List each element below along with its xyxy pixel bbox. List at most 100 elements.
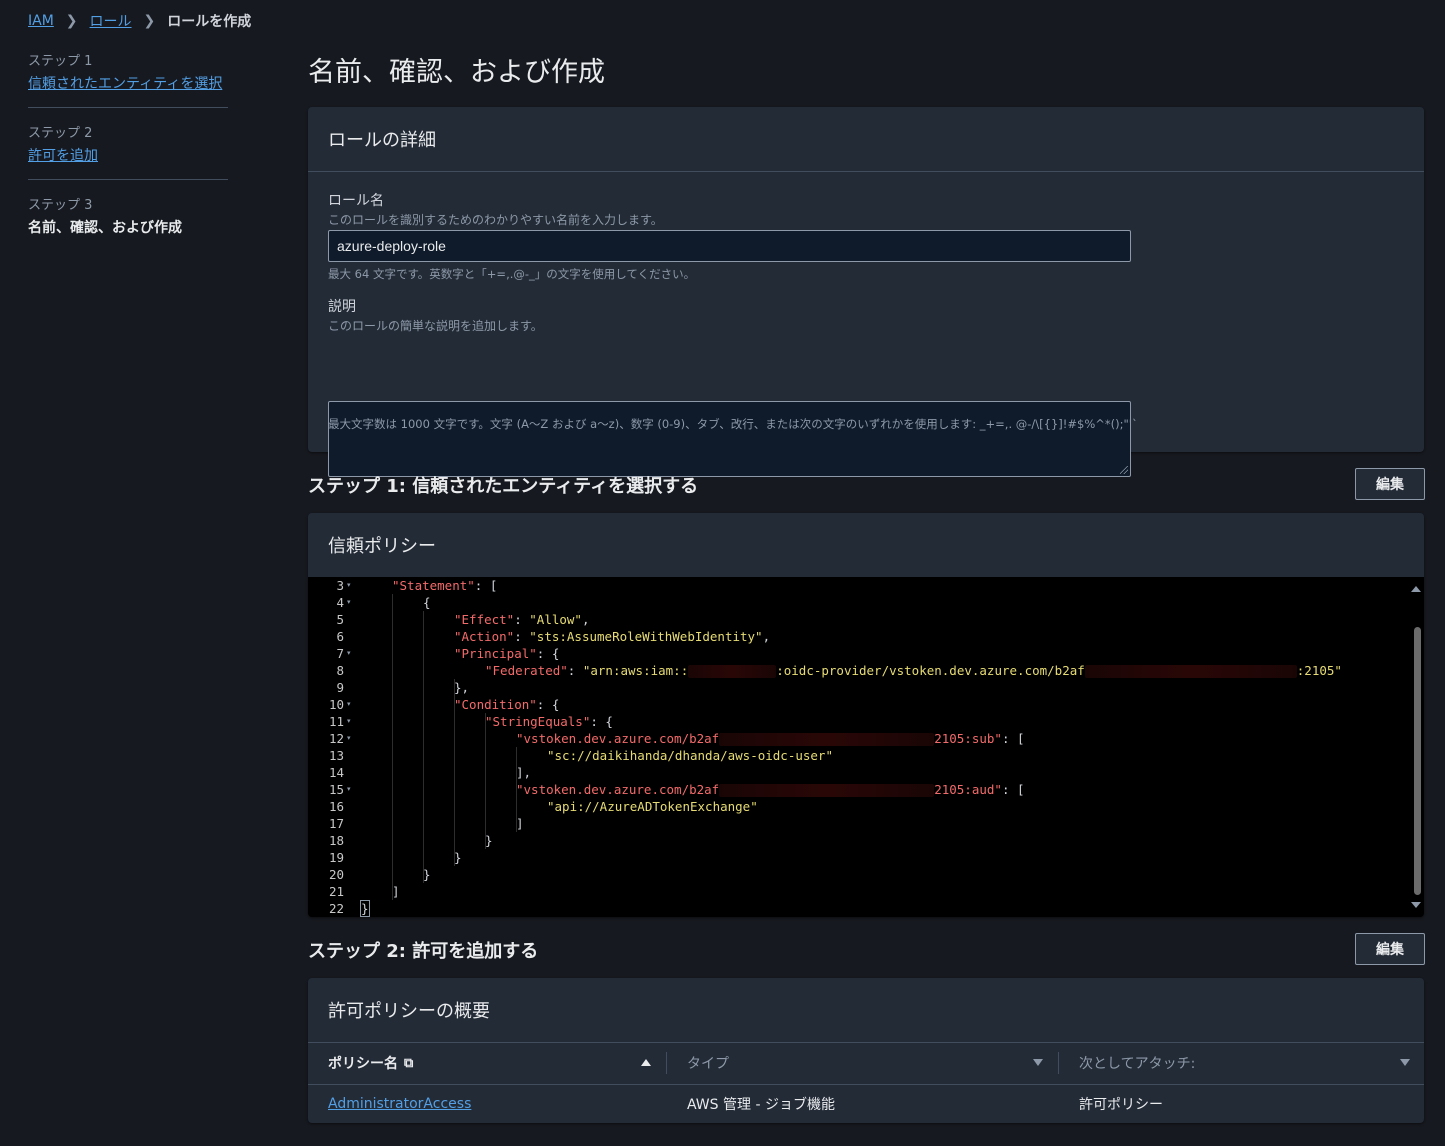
column-header-attached-as[interactable]: 次としてアタッチ: xyxy=(1059,1042,1424,1084)
line-number: 19 xyxy=(328,850,344,865)
edit-step2-button[interactable]: 編集 xyxy=(1355,933,1425,965)
line-number: 15 xyxy=(328,782,344,797)
fold-arrow-icon[interactable]: ▾ xyxy=(347,645,351,662)
line-number: 18 xyxy=(328,833,344,848)
edit-step1-button[interactable]: 編集 xyxy=(1355,468,1425,500)
sort-icon xyxy=(1400,1059,1410,1066)
resize-handle-icon[interactable] xyxy=(1120,466,1128,474)
redacted-block xyxy=(719,733,935,746)
description-label: 説明 xyxy=(328,299,356,315)
editor-scrollbar[interactable] xyxy=(1408,577,1424,917)
trust-policy-panel: 信頼ポリシー 3 4 5 6 7 8 9 10 11 12 13 14 15 1… xyxy=(308,513,1424,917)
line-number: 22 xyxy=(328,901,344,916)
table-row: AdministratorAccess AWS 管理 - ジョブ機能 許可ポリシ… xyxy=(308,1085,1424,1123)
role-details-panel: ロールの詳細 ロール名 このロールを識別するためのわかりやすい名前を入力します。… xyxy=(308,107,1424,477)
step-number: ステップ 1 xyxy=(28,54,93,69)
line-number: 20 xyxy=(328,867,344,882)
line-number: 12 xyxy=(328,731,344,746)
role-name-description: このロールを識別するためのわかりやすい名前を入力します。 xyxy=(328,213,663,227)
code-line: "sc://daikihanda/dhanda/aws-oidc-user" xyxy=(547,748,833,763)
line-number: 6 xyxy=(336,629,344,644)
policy-name-cell: AdministratorAccess xyxy=(308,1096,667,1112)
permissions-summary-panel: 許可ポリシーの概要 ポリシー名 ⧉ タイプ 次としてアタッチ: Administ… xyxy=(308,978,1424,1123)
fold-arrow-icon[interactable]: ▾ xyxy=(347,713,351,730)
line-number: 10 xyxy=(328,697,344,712)
breadcrumb-iam[interactable]: IAM xyxy=(28,13,54,29)
page-title: 名前、確認、および作成 xyxy=(308,57,605,88)
code-line: ], xyxy=(516,765,532,780)
line-number: 14 xyxy=(328,765,344,780)
fold-arrow-icon[interactable]: ▾ xyxy=(347,696,351,713)
indent-guide xyxy=(392,594,393,900)
breadcrumb-roles[interactable]: ロール xyxy=(90,11,132,31)
policy-link[interactable]: AdministratorAccess xyxy=(328,1096,471,1112)
line-number: 21 xyxy=(328,884,344,899)
attached-as-cell: 許可ポリシー xyxy=(1079,1097,1163,1113)
policy-type-cell: AWS 管理 - ジョブ機能 xyxy=(687,1097,835,1113)
code-line: } xyxy=(485,833,493,848)
code-line: "vstoken.dev.azure.com/b2af 2105:sub": [ xyxy=(516,731,1025,746)
panel-header: 許可ポリシーの概要 xyxy=(308,978,1424,1043)
code-line: "Effect": "Allow", xyxy=(454,612,590,627)
line-number: 8 xyxy=(336,663,344,678)
fold-arrow-icon[interactable]: ▾ xyxy=(347,781,351,798)
line-number: 16 xyxy=(328,799,344,814)
role-name-hint: 最大 64 文字です。英数字と「+=,.@-_」の文字を使用してください。 xyxy=(328,267,696,281)
code-line: "Principal": { xyxy=(454,646,560,661)
code-line: "Federated": "arn:aws:iam:::oidc-provide… xyxy=(485,663,1342,678)
fold-arrow-icon[interactable]: ▾ xyxy=(347,730,351,747)
wizard-step-2: ステップ 2 許可を追加 xyxy=(28,122,228,180)
line-number: 3 xyxy=(336,578,344,593)
line-number: 13 xyxy=(328,748,344,763)
sort-icon xyxy=(1033,1059,1043,1066)
step1-section-title: ステップ 1: 信頼されたエンティティを選択する xyxy=(308,476,699,497)
code-line: "StringEquals": { xyxy=(485,714,613,729)
description-description: このロールの簡単な説明を追加します。 xyxy=(328,319,543,333)
code-line: "Condition": { xyxy=(454,697,560,712)
wizard-steps: ステップ 1 信頼されたエンティティを選択 ステップ 2 許可を追加 ステップ … xyxy=(28,50,228,265)
line-number: 5 xyxy=(336,612,344,627)
chevron-right-icon: ❯ xyxy=(143,13,156,29)
line-number: 4 xyxy=(336,595,344,610)
code-line: "Action": "sts:AssumeRoleWithWebIdentity… xyxy=(454,629,771,644)
step-link-select-entity[interactable]: 信頼されたエンティティを選択 xyxy=(28,73,228,93)
indent-guide xyxy=(423,611,424,883)
step-link-add-permissions[interactable]: 許可を追加 xyxy=(28,145,228,165)
line-number: 7 xyxy=(336,646,344,661)
external-link-icon: ⧉ xyxy=(404,1055,414,1071)
panel-header: 信頼ポリシー xyxy=(308,513,1424,578)
fold-arrow-icon[interactable]: ▾ xyxy=(347,577,351,594)
column-header-type[interactable]: タイプ xyxy=(667,1042,1059,1084)
wizard-step-1: ステップ 1 信頼されたエンティティを選択 xyxy=(28,50,228,108)
step-number: ステップ 2 xyxy=(28,126,93,141)
code-line: ] xyxy=(392,884,400,899)
role-name-input[interactable]: azure-deploy-role xyxy=(328,230,1131,262)
fold-arrow-icon[interactable]: ▾ xyxy=(347,594,351,611)
table-header: ポリシー名 ⧉ タイプ 次としてアタッチ: xyxy=(308,1042,1424,1085)
scroll-down-icon[interactable] xyxy=(1411,902,1421,908)
scroll-thumb[interactable] xyxy=(1414,627,1421,895)
description-textarea[interactable] xyxy=(328,401,1131,477)
trust-policy-code-editor[interactable]: 3 4 5 6 7 8 9 10 11 12 13 14 15 16 17 18… xyxy=(308,577,1424,917)
line-number-gutter: 3 4 5 6 7 8 9 10 11 12 13 14 15 16 17 18… xyxy=(308,577,356,917)
code-line: { xyxy=(423,595,431,610)
sort-ascending-icon xyxy=(641,1059,651,1066)
line-number: 9 xyxy=(336,680,344,695)
breadcrumb: IAM ❯ ロール ❯ ロールを作成 xyxy=(28,11,251,31)
description-hint: 最大文字数は 1000 文字です。文字 (A〜Z および a〜z)、数字 (0-… xyxy=(328,417,1138,431)
code-line: } xyxy=(423,867,431,882)
chevron-right-icon: ❯ xyxy=(65,13,78,29)
code-line: }, xyxy=(454,680,470,695)
code-line: "vstoken.dev.azure.com/b2af 2105:aud": [ xyxy=(516,782,1025,797)
scroll-up-icon[interactable] xyxy=(1411,586,1421,592)
redacted-block xyxy=(688,665,777,678)
step2-section-title: ステップ 2: 許可を追加する xyxy=(308,941,539,962)
code-line: "api://AzureADTokenExchange" xyxy=(547,799,758,814)
code-line: } xyxy=(454,850,462,865)
step-number: ステップ 3 xyxy=(28,198,93,213)
redacted-block xyxy=(1084,665,1297,678)
column-header-policy-name[interactable]: ポリシー名 ⧉ xyxy=(308,1042,667,1084)
step-current: 名前、確認、および作成 xyxy=(28,220,182,236)
breadcrumb-current: ロールを作成 xyxy=(167,14,252,30)
code-line: } xyxy=(360,900,370,917)
